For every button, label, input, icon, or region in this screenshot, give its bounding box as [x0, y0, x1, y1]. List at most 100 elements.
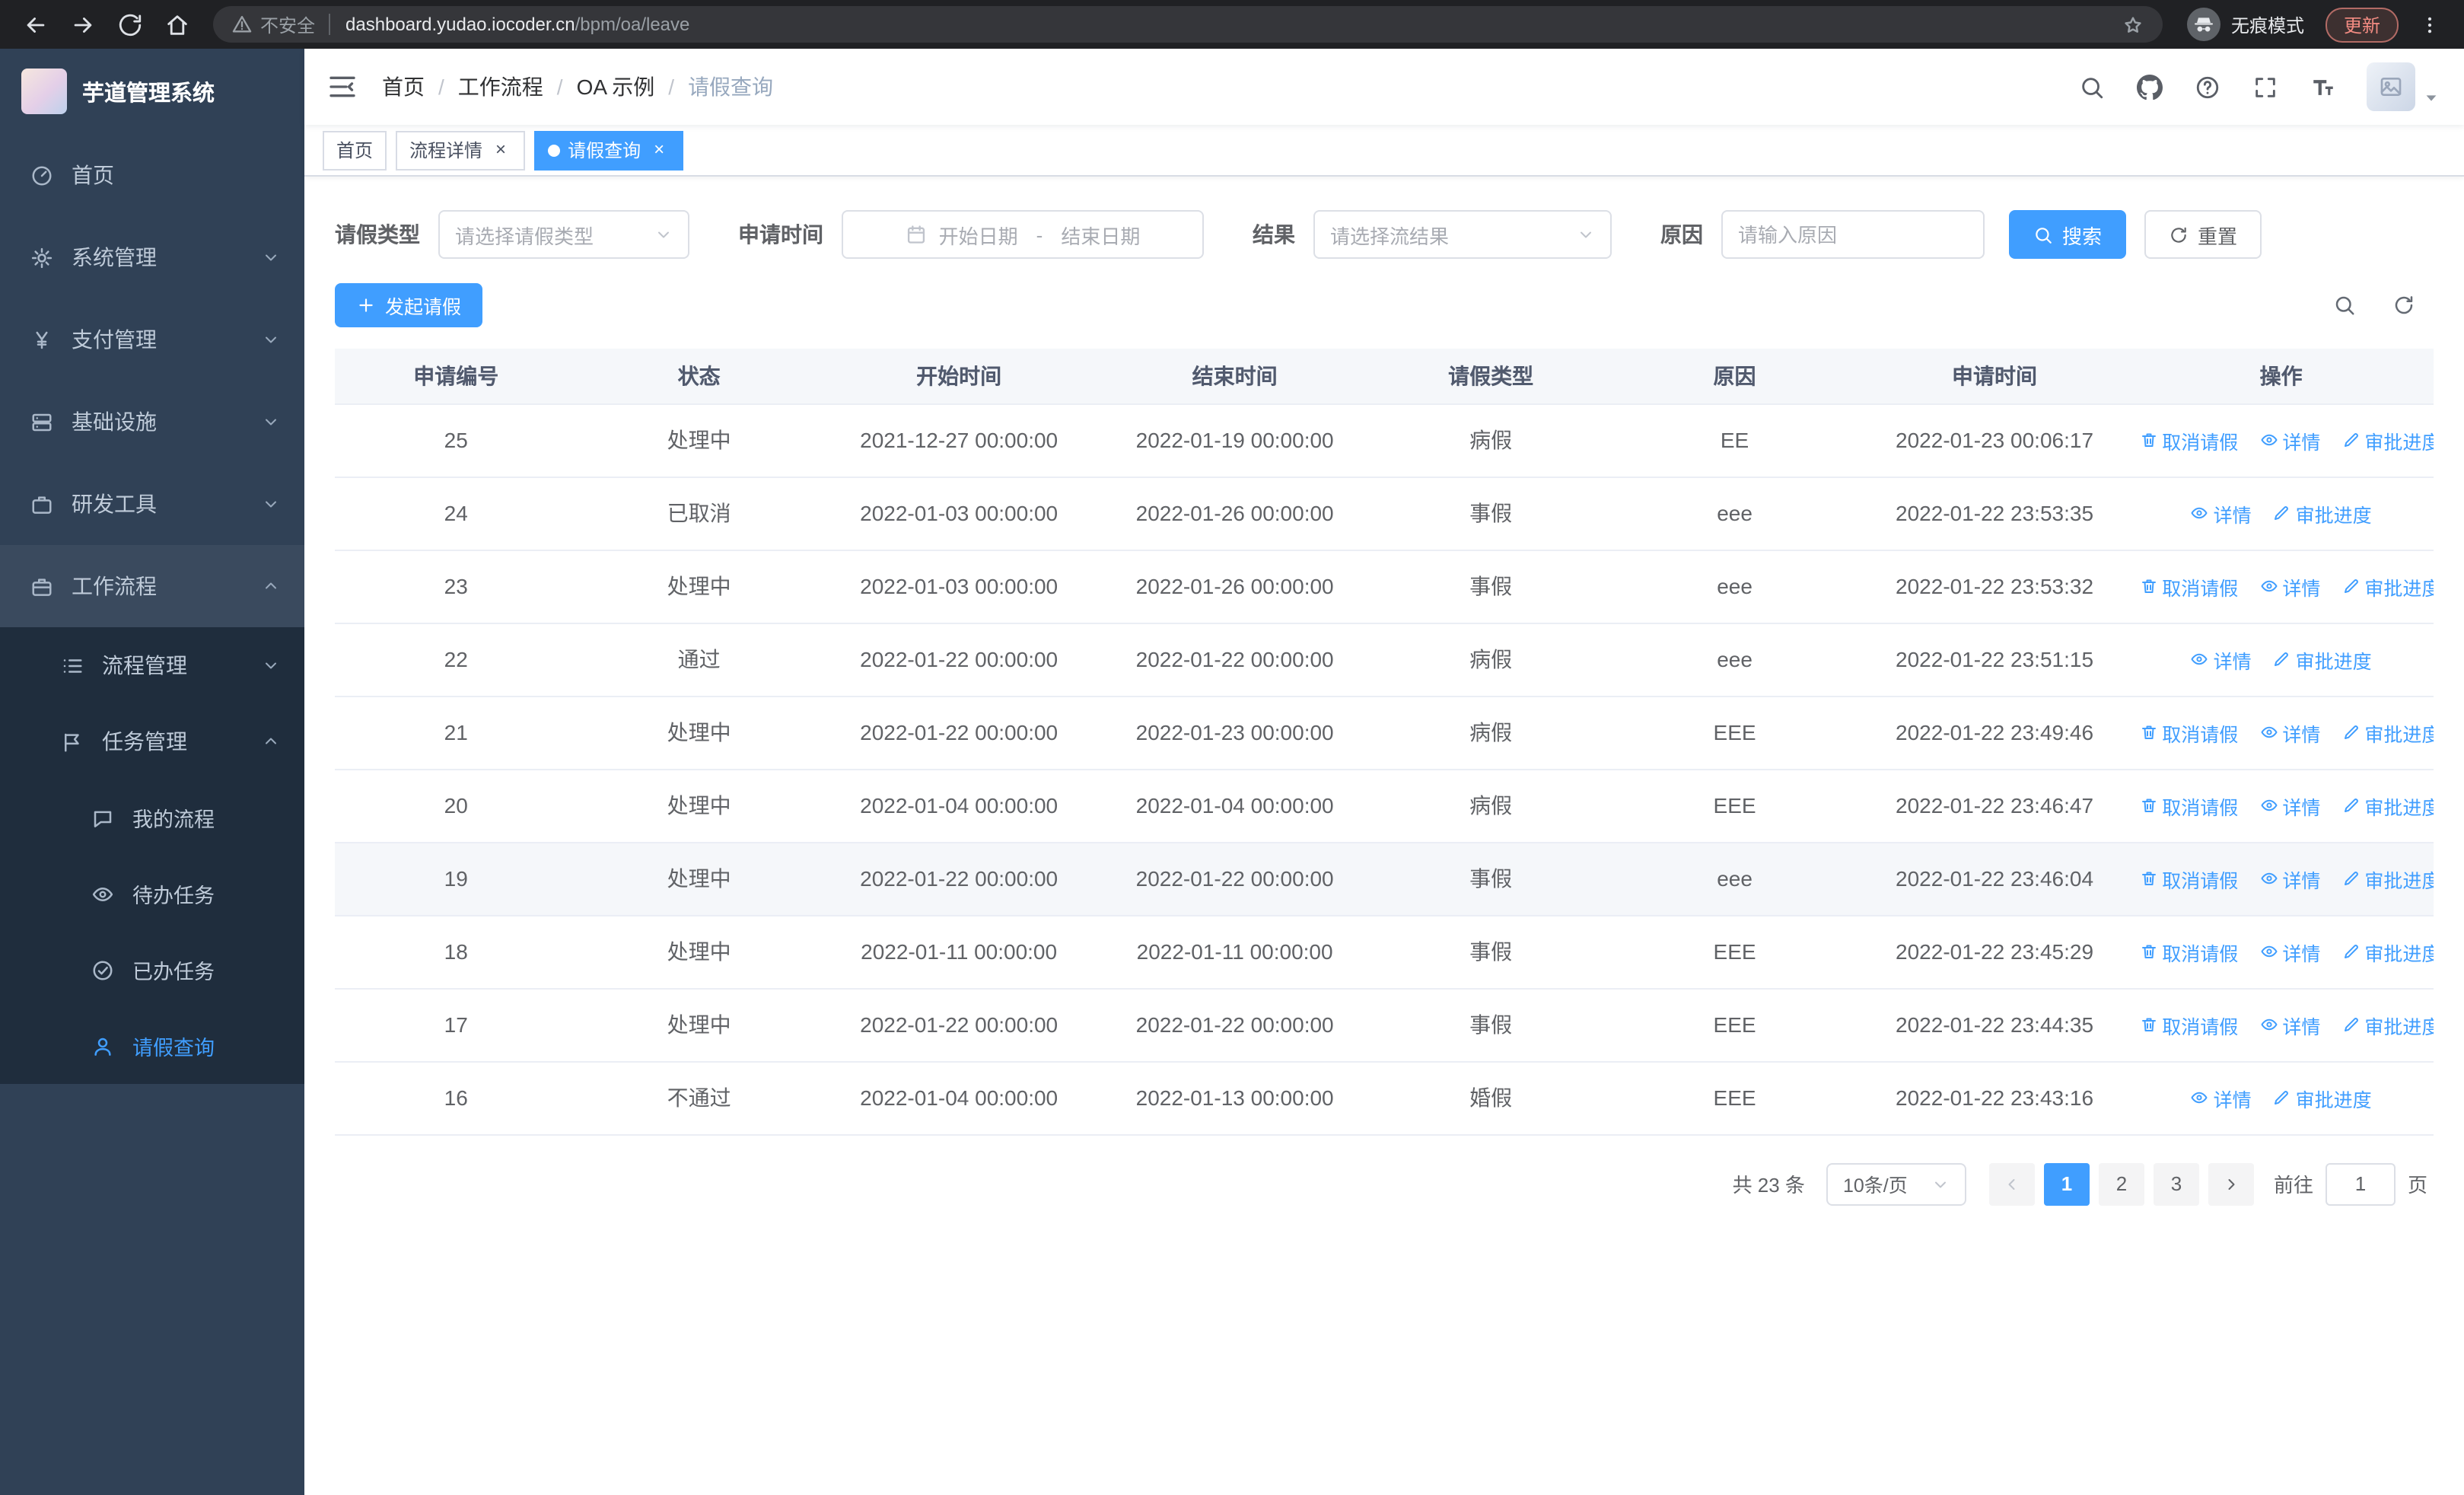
incognito-badge: 无痕模式 — [2186, 8, 2304, 41]
detail-link[interactable]: 详情 — [2259, 937, 2320, 966]
next-page-button[interactable] — [2208, 1162, 2254, 1205]
sidebar-item-label: 任务管理 — [102, 729, 187, 754]
sidebar-item-todo-tasks[interactable]: 待办任务 — [0, 856, 304, 932]
help-button[interactable] — [2178, 49, 2236, 125]
create-leave-button[interactable]: 发起请假 — [335, 283, 483, 327]
progress-link[interactable]: 审批进度 — [2341, 572, 2434, 601]
op-label: 取消请假 — [2162, 1016, 2239, 1038]
view-icon — [2259, 577, 2278, 595]
breadcrumb-separator: / — [556, 75, 563, 99]
detail-link[interactable]: 详情 — [2191, 1083, 2252, 1112]
sidebar-item-done-tasks[interactable]: 已办任务 — [0, 932, 304, 1008]
reason-input[interactable] — [1721, 210, 1985, 259]
detail-link[interactable]: 详情 — [2259, 791, 2320, 820]
status: 处理中 — [577, 915, 821, 989]
github-button[interactable] — [2120, 49, 2178, 125]
sidebar-item-infrastructure[interactable]: 基础设施 — [0, 381, 304, 463]
cancel-link[interactable]: 取消请假 — [2139, 791, 2238, 820]
logo[interactable]: 芋道管理系统 — [0, 49, 304, 134]
detail-link[interactable]: 详情 — [2191, 499, 2252, 528]
leave-type-select[interactable]: 请选择请假类型 — [438, 210, 689, 259]
table-search-toggle-icon[interactable] — [2333, 294, 2356, 317]
operations-cell: 取消请假 详情 审批进度 — [2128, 696, 2434, 770]
progress-link[interactable]: 审批进度 — [2341, 1010, 2434, 1039]
tag-leave-query[interactable]: 请假查询 × — [534, 130, 684, 170]
end-time: 2022-01-13 00:00:00 — [1097, 1061, 1373, 1135]
sidebar-item-task-management[interactable]: 任务管理 — [0, 703, 304, 779]
progress-link[interactable]: 审批进度 — [2341, 791, 2434, 820]
bookmark-star-icon[interactable] — [2122, 13, 2144, 36]
leave-type: 事假 — [1372, 988, 1609, 1062]
leave-type: 事假 — [1372, 915, 1609, 989]
op-label: 详情 — [2213, 1089, 2252, 1111]
apply-time-range-picker[interactable]: 开始日期 - 结束日期 — [842, 210, 1204, 259]
sidebar-item-my-process[interactable]: 我的流程 — [0, 779, 304, 856]
cancel-link[interactable]: 取消请假 — [2139, 572, 2238, 601]
sidebar-item-process-management[interactable]: 流程管理 — [0, 627, 304, 703]
breadcrumb-item[interactable]: OA 示例 — [577, 72, 655, 102]
progress-link[interactable]: 审批进度 — [2273, 645, 2372, 674]
reason: EEE — [1609, 769, 1861, 843]
page-button-1[interactable]: 1 — [2043, 1162, 2090, 1205]
browser-forward-button[interactable] — [70, 11, 96, 37]
progress-link[interactable]: 审批进度 — [2273, 1083, 2372, 1112]
prev-page-button[interactable] — [1988, 1162, 2035, 1205]
page-button-3[interactable]: 3 — [2153, 1162, 2199, 1205]
table-row: 23 处理中 2022-01-03 00:00:00 2022-01-26 00:00… — [335, 550, 2434, 623]
font-size-button[interactable] — [2294, 49, 2351, 125]
tag-close-icon[interactable]: × — [490, 139, 511, 161]
search-button[interactable]: 搜索 — [2009, 210, 2127, 259]
page-button-2[interactable]: 2 — [2098, 1162, 2144, 1205]
progress-link[interactable]: 审批进度 — [2341, 937, 2434, 966]
sidebar-item-dev-tools[interactable]: 研发工具 — [0, 463, 304, 545]
cancel-link[interactable]: 取消请假 — [2139, 937, 2238, 966]
apply-time-label: 申请时间 — [738, 222, 823, 247]
browser-back-button[interactable] — [23, 11, 49, 37]
table-refresh-icon[interactable] — [2392, 294, 2415, 317]
breadcrumb-item[interactable]: 首页 — [382, 72, 425, 102]
main-area: 首页 / 工作流程 / OA 示例 / 请假查询 首页 流程详情 × 请假查询 × — [304, 49, 2464, 1495]
sidebar-toggle-button[interactable] — [327, 72, 358, 102]
cancel-link[interactable]: 取消请假 — [2139, 718, 2238, 747]
progress-link[interactable]: 审批进度 — [2273, 499, 2372, 528]
fullscreen-button[interactable] — [2236, 49, 2294, 125]
security-label[interactable]: 不安全 — [260, 11, 315, 37]
header-search-button[interactable] — [2062, 49, 2120, 125]
browser-menu-button[interactable] — [2418, 11, 2441, 37]
tag-home[interactable]: 首页 — [323, 130, 387, 170]
detail-link[interactable]: 详情 — [2259, 718, 2320, 747]
progress-link[interactable]: 审批进度 — [2341, 426, 2434, 454]
detail-link[interactable]: 详情 — [2259, 426, 2320, 454]
progress-link[interactable]: 审批进度 — [2341, 864, 2434, 893]
page-size-select[interactable]: 10条/页 — [1826, 1162, 1966, 1205]
result-select[interactable]: 请选择流结果 — [1313, 210, 1612, 259]
view-icon — [2259, 942, 2278, 961]
detail-link[interactable]: 详情 — [2259, 864, 2320, 893]
tag-process-detail[interactable]: 流程详情 × — [396, 130, 526, 170]
detail-link[interactable]: 详情 — [2191, 645, 2252, 674]
browser-home-button[interactable] — [164, 11, 190, 37]
sidebar-item-workflow[interactable]: 工作流程 — [0, 545, 304, 627]
sidebar-item-payment-management[interactable]: 支付管理 — [0, 298, 304, 381]
browser-update-button[interactable]: 更新 — [2325, 7, 2399, 42]
cancel-link[interactable]: 取消请假 — [2139, 426, 2238, 454]
detail-link[interactable]: 详情 — [2259, 1010, 2320, 1039]
detail-link[interactable]: 详情 — [2259, 572, 2320, 601]
op-label: 审批进度 — [2364, 943, 2434, 964]
tag-close-icon[interactable]: × — [648, 139, 670, 161]
goto-page-input[interactable] — [2325, 1162, 2396, 1205]
cancel-link[interactable]: 取消请假 — [2139, 1010, 2238, 1039]
status: 通过 — [577, 623, 821, 696]
gear-icon — [30, 246, 53, 269]
cancel-link[interactable]: 取消请假 — [2139, 864, 2238, 893]
browser-reload-button[interactable] — [117, 11, 143, 37]
sidebar-item-home[interactable]: 首页 — [0, 134, 304, 216]
sidebar-item-system-management[interactable]: 系统管理 — [0, 216, 304, 298]
reset-button[interactable]: 重置 — [2144, 210, 2262, 259]
logo-image — [21, 69, 67, 114]
address-bar[interactable]: 不安全 dashboard.yudao.iocoder.cn/bpm/oa/le… — [213, 6, 2163, 43]
breadcrumb-item[interactable]: 工作流程 — [458, 72, 543, 102]
sidebar-item-leave-query[interactable]: 请假查询 — [0, 1008, 304, 1084]
progress-link[interactable]: 审批进度 — [2341, 718, 2434, 747]
user-menu[interactable] — [2367, 62, 2440, 111]
